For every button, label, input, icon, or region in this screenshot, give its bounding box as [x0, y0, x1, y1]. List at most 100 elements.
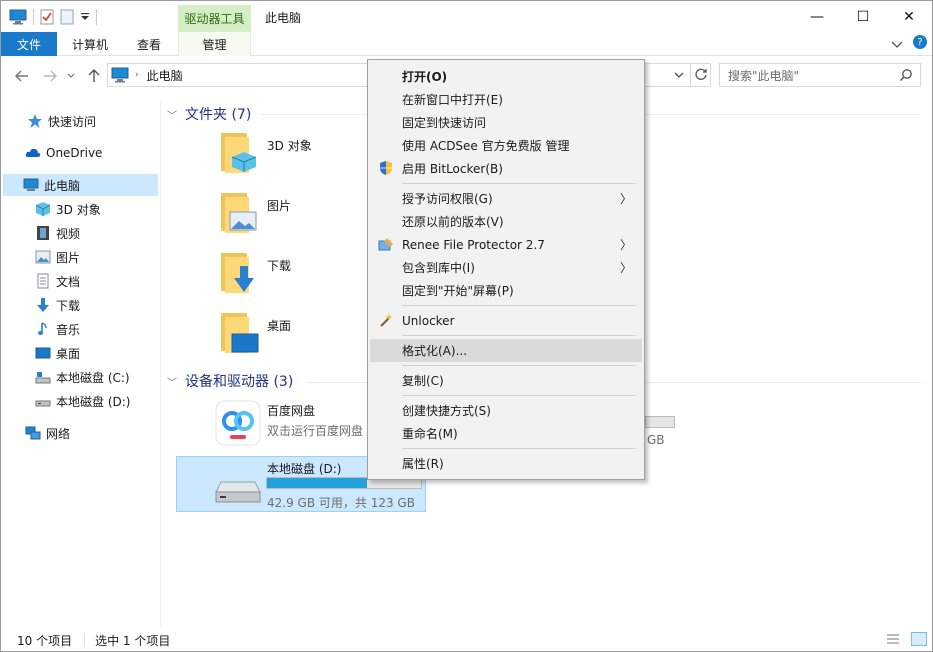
- devices-group-header[interactable]: ﹀ 设备和驱动器 (3): [167, 371, 293, 391]
- submenu-arrow-icon: 〉: [619, 238, 632, 252]
- menu-item-bitlocker[interactable]: 启用 BitLocker(B): [370, 157, 642, 180]
- cloud-icon: [25, 148, 41, 157]
- menu-item-open[interactable]: 打开(O): [370, 65, 642, 88]
- context-menu: 打开(O) 在新窗口中打开(E) 固定到快速访问 使用 ACDSee 官方免费版…: [367, 59, 645, 480]
- sidebar-item-pictures[interactable]: 图片: [35, 246, 80, 268]
- chevron-down-icon[interactable]: ﹀: [167, 374, 177, 389]
- maximize-button[interactable]: ☐: [840, 1, 886, 32]
- folders-group-header[interactable]: ﹀ 文件夹 (7): [167, 104, 251, 124]
- menu-item-copy[interactable]: 复制(C): [370, 369, 642, 392]
- picture-icon: [35, 250, 51, 264]
- quick-access-toolbar: [9, 8, 97, 26]
- sidebar-item-onedrive[interactable]: OneDrive: [25, 142, 102, 164]
- minimize-button[interactable]: —: [794, 1, 840, 32]
- sidebar-item-drive-d[interactable]: 本地磁盘 (D:): [35, 390, 130, 412]
- status-divider: [84, 633, 86, 647]
- details-view-icon[interactable]: [886, 633, 900, 648]
- renee-protector-icon: [378, 238, 393, 251]
- menu-item-include-library[interactable]: 包含到库中(I) 〉: [370, 256, 642, 279]
- sidebar-item-label: 3D 对象: [56, 202, 101, 217]
- sidebar-item-3d-objects[interactable]: 3D 对象: [35, 198, 101, 220]
- sidebar-item-label: 桌面: [56, 346, 81, 361]
- menu-item-restore-versions[interactable]: 还原以前的版本(V): [370, 210, 642, 233]
- sidebar-item-network[interactable]: 网络: [25, 422, 70, 444]
- folder-name: 桌面: [267, 318, 292, 333]
- close-button[interactable]: ✕: [886, 1, 932, 32]
- menu-item-label: 授予访问权限(G): [402, 192, 493, 206]
- forward-arrow-icon: [44, 70, 57, 82]
- breadcrumb-chevron-icon[interactable]: ›: [135, 70, 139, 80]
- computer-icon[interactable]: [9, 9, 27, 25]
- menu-item-give-access[interactable]: 授予访问权限(G) 〉: [370, 187, 642, 210]
- large-icons-view-icon[interactable]: [911, 632, 927, 646]
- menu-item-pin-start[interactable]: 固定到"开始"屏幕(P): [370, 279, 642, 302]
- properties-check-icon[interactable]: [40, 9, 54, 25]
- chevron-down-icon: [67, 73, 75, 78]
- sidebar-item-desktop[interactable]: 桌面: [35, 342, 80, 364]
- submenu-arrow-icon: 〉: [619, 192, 632, 206]
- menu-item-label: 创建快捷方式(S): [402, 404, 491, 418]
- devices-group-title: 设备和驱动器 (3): [185, 374, 294, 390]
- menu-item-format[interactable]: 格式化(A)...: [370, 339, 642, 362]
- menu-item-properties[interactable]: 属性(R): [370, 452, 642, 475]
- recent-locations-button[interactable]: [65, 66, 77, 86]
- tab-file[interactable]: 文件: [1, 32, 57, 56]
- folder-name: 3D 对象: [267, 138, 312, 153]
- status-bar: 10 个项目 选中 1 个项目: [1, 629, 932, 651]
- system-drive-icon: [35, 372, 51, 384]
- menu-separator: [402, 395, 636, 396]
- explorer-window: 驱动器工具 此电脑 — ☐ ✕ 文件 计算机 查看 管理 ? › 此电脑 搜索"…: [0, 0, 933, 652]
- menu-separator: [402, 335, 636, 336]
- tab-view[interactable]: 查看: [123, 32, 175, 56]
- menu-item-renee-protector[interactable]: Renee File Protector 2.7 〉: [370, 233, 642, 256]
- refresh-icon[interactable]: [694, 67, 708, 84]
- back-button[interactable]: [13, 66, 31, 86]
- tab-manage[interactable]: 管理: [178, 32, 251, 56]
- breadcrumb[interactable]: 此电脑: [147, 67, 183, 84]
- ribbon-expand-icon[interactable]: [891, 38, 903, 52]
- computer-icon: [111, 67, 129, 83]
- title-bar: 驱动器工具 此电脑 — ☐ ✕: [1, 1, 932, 32]
- sidebar-item-drive-c[interactable]: 本地磁盘 (C:): [35, 366, 130, 388]
- tab-computer[interactable]: 计算机: [61, 32, 119, 56]
- folder-tile-desktop[interactable]: 桌面: [219, 311, 291, 355]
- menu-item-label: 固定到快速访问: [402, 116, 487, 130]
- folder-name: 图片: [267, 198, 292, 213]
- menu-item-open-new-window[interactable]: 在新窗口中打开(E): [370, 88, 642, 111]
- menu-item-pin-quick-access[interactable]: 固定到快速访问: [370, 111, 642, 134]
- menu-item-acdsee[interactable]: 使用 ACDSee 官方免费版 管理: [370, 134, 642, 157]
- menu-separator: [402, 448, 636, 449]
- folder-tile-3d-objects[interactable]: 3D 对象: [219, 131, 312, 175]
- search-icon[interactable]: [899, 68, 913, 85]
- sidebar-item-label: 快速访问: [48, 114, 97, 129]
- menu-item-unlocker[interactable]: Unlocker: [370, 309, 642, 332]
- folder-tile-pictures[interactable]: 图片: [219, 191, 291, 235]
- baidu-netdisk-tile[interactable]: 百度网盘 双击运行百度网盘: [214, 399, 363, 447]
- sidebar-item-music[interactable]: 音乐: [35, 318, 80, 340]
- baidu-netdisk-name: 百度网盘: [267, 403, 316, 418]
- folders-group-title: 文件夹 (7): [185, 107, 252, 123]
- chevron-down-icon[interactable]: ﹀: [167, 107, 177, 122]
- toolbar-divider: [96, 9, 97, 25]
- customize-dropdown-icon[interactable]: [80, 12, 90, 22]
- search-input[interactable]: 搜索"此电脑": [719, 63, 921, 87]
- computer-icon: [23, 178, 39, 191]
- sidebar-item-this-pc[interactable]: 此电脑: [3, 174, 158, 196]
- folder-tile-downloads[interactable]: 下载: [219, 251, 291, 295]
- sidebar-item-downloads[interactable]: 下载: [35, 294, 80, 316]
- menu-item-rename[interactable]: 重命名(M): [370, 422, 642, 445]
- folder-name: 下载: [267, 258, 292, 273]
- up-button[interactable]: [85, 66, 103, 86]
- sidebar-item-documents[interactable]: 文档: [35, 270, 80, 292]
- sidebar-item-quick-access[interactable]: 快速访问: [27, 110, 96, 132]
- forward-button[interactable]: [41, 66, 59, 86]
- sidebar-item-label: 音乐: [56, 322, 81, 337]
- sidebar-item-label: 此电脑: [44, 178, 81, 193]
- new-folder-icon[interactable]: [60, 9, 74, 25]
- sidebar-item-videos[interactable]: 视频: [35, 222, 80, 244]
- menu-item-create-shortcut[interactable]: 创建快捷方式(S): [370, 399, 642, 422]
- ribbon-tabs: 文件 计算机 查看 管理 ?: [1, 32, 932, 56]
- help-button[interactable]: ?: [913, 35, 927, 49]
- film-icon: [37, 226, 49, 240]
- address-dropdown-icon[interactable]: [674, 68, 684, 82]
